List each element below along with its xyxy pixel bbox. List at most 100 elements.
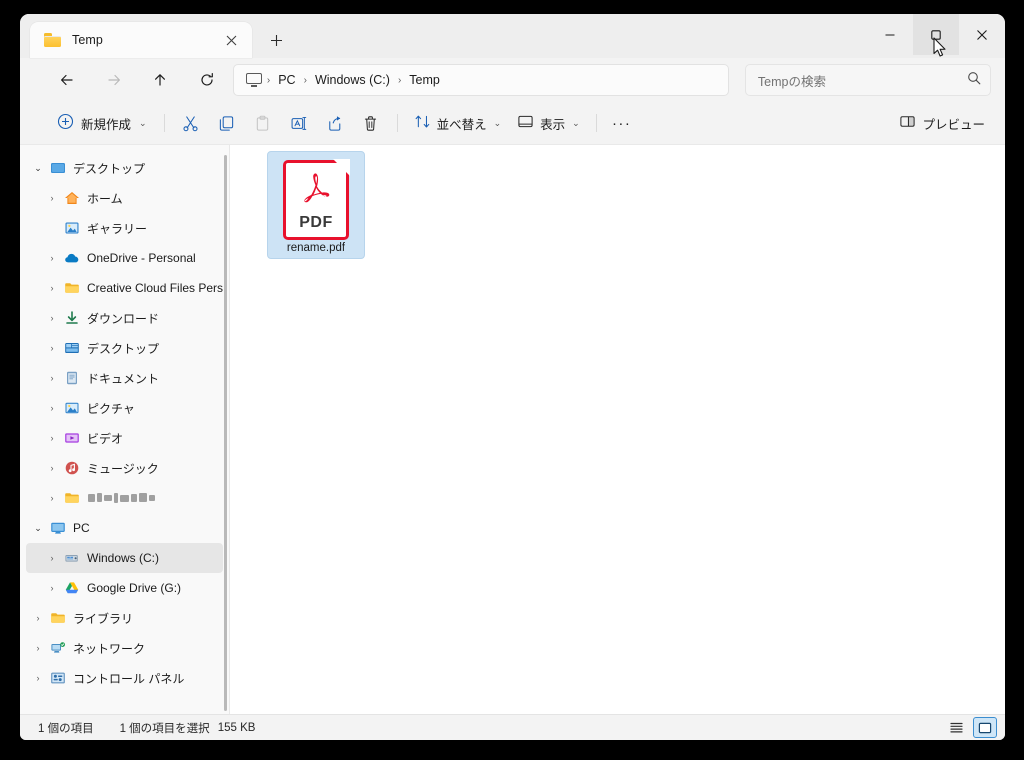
view-button[interactable]: 表示 ⌄	[509, 108, 588, 138]
sidebar-item-documents[interactable]: › ドキュメント	[26, 363, 223, 393]
sidebar-item-label: ピクチャ	[87, 401, 135, 416]
search-box[interactable]: Tempの検索	[744, 64, 991, 96]
videos-icon	[62, 430, 82, 446]
sidebar-item-pc[interactable]: ⌄ PC	[26, 513, 223, 543]
sidebar-item-downloads[interactable]: › ダウンロード	[26, 303, 223, 333]
chevron-right-icon[interactable]: ›	[42, 403, 62, 413]
new-button-label: 新規作成	[81, 117, 132, 132]
see-more-button[interactable]: ···	[605, 108, 639, 138]
forward-button	[97, 64, 131, 96]
file-item-rename-pdf[interactable]: PDF rename.pdf	[267, 151, 365, 259]
share-button[interactable]	[317, 108, 353, 138]
chevron-right-icon[interactable]: ›	[42, 433, 62, 443]
breadcrumb-item-pc[interactable]: PC	[272, 70, 301, 90]
sidebar-item-music[interactable]: › ミュージック	[26, 453, 223, 483]
chevron-right-icon[interactable]: ›	[42, 343, 62, 353]
sidebar-item-desktop-root[interactable]: ⌄ デスクトップ	[26, 153, 223, 183]
minimize-button[interactable]	[867, 14, 913, 55]
chevron-right-icon[interactable]: ›	[42, 553, 62, 563]
view-button-label: 表示	[540, 117, 566, 132]
onedrive-icon	[62, 250, 82, 266]
chevron-right-icon[interactable]: ›	[28, 613, 48, 623]
sidebar-item-creative-cloud-files[interactable]: › Creative Cloud Files Personal	[26, 273, 224, 303]
breadcrumb-separator: ›	[397, 74, 402, 86]
breadcrumb[interactable]: › PC › Windows (C:) › Temp	[232, 64, 729, 96]
chevron-right-icon[interactable]: ›	[42, 283, 62, 293]
chevron-right-icon[interactable]: ›	[42, 313, 62, 323]
sidebar-item-libraries[interactable]: › ライブラリ	[26, 603, 223, 633]
chevron-down-icon[interactable]: ⌄	[28, 163, 48, 174]
breadcrumb-item-windows-c[interactable]: Windows (C:)	[309, 70, 396, 90]
sidebar-item-label: ギャラリー	[87, 221, 148, 236]
file-list-pane[interactable]: PDF rename.pdf	[230, 145, 1005, 714]
sidebar-scrollbar[interactable]	[224, 155, 227, 711]
chevron-down-icon: ⌄	[139, 117, 147, 128]
sidebar-item-home[interactable]: › ホーム	[26, 183, 223, 213]
tab-temp[interactable]: Temp	[30, 22, 252, 58]
sidebar-item-onedrive[interactable]: › OneDrive - Personal	[26, 243, 223, 273]
sidebar-item-label: PC	[73, 521, 90, 535]
back-button[interactable]	[50, 64, 84, 96]
new-tab-button[interactable]	[259, 25, 293, 55]
rename-button[interactable]	[281, 108, 317, 138]
delete-button[interactable]	[353, 108, 389, 138]
folder-icon	[48, 610, 68, 626]
chevron-down-icon[interactable]: ⌄	[28, 523, 48, 534]
close-icon[interactable]	[218, 27, 244, 53]
documents-icon	[62, 370, 82, 386]
sidebar-item-label: ミュージック	[87, 461, 159, 476]
sidebar-item-label: ダウンロード	[87, 311, 160, 326]
chevron-right-icon[interactable]: ›	[42, 193, 62, 203]
status-item-count: 1 個の項目	[38, 722, 94, 735]
breadcrumb-item-temp[interactable]: Temp	[403, 70, 446, 90]
view-toggle-group	[944, 717, 997, 738]
sidebar-item-label: デスクトップ	[73, 161, 146, 176]
sidebar-item-control-panel[interactable]: › コントロール パネル	[26, 663, 223, 693]
pictures-icon	[62, 400, 82, 416]
close-button[interactable]	[959, 14, 1005, 55]
large-icons-view-button[interactable]	[973, 717, 997, 738]
preview-pane-icon	[899, 113, 916, 133]
chevron-right-icon[interactable]: ›	[42, 253, 62, 263]
details-view-button[interactable]	[944, 717, 968, 738]
mouse-cursor	[933, 37, 946, 57]
chevron-down-icon: ⌄	[493, 117, 502, 128]
sidebar-item-label: ホーム	[87, 191, 123, 206]
sidebar-item-network[interactable]: › ネットワーク	[26, 633, 223, 663]
chevron-right-icon[interactable]: ›	[28, 643, 48, 653]
sidebar-item-google-drive[interactable]: › Google Drive (G:)	[26, 573, 223, 603]
pc-monitor-icon[interactable]	[245, 73, 262, 87]
sort-button[interactable]: 並べ替え ⌄	[406, 108, 510, 138]
sidebar-item-pictures[interactable]: › ピクチャ	[26, 393, 223, 423]
sidebar-item-redacted-folder[interactable]: ›	[26, 483, 223, 513]
new-button[interactable]: 新規作成 ⌄	[50, 108, 156, 138]
chevron-right-icon[interactable]: ›	[28, 673, 48, 683]
sidebar-item-windows-c[interactable]: › Windows (C:)	[26, 543, 223, 573]
breadcrumb-separator: ›	[303, 74, 307, 86]
sidebar-item-label: Windows (C:)	[87, 551, 160, 565]
address-bar: › PC › Windows (C:) › Temp Tempの検索	[20, 58, 1005, 102]
network-icon	[48, 640, 68, 656]
refresh-button[interactable]	[190, 64, 224, 96]
chevron-right-icon[interactable]: ›	[42, 493, 62, 503]
sidebar-item-videos[interactable]: › ビデオ	[26, 423, 223, 453]
chevron-right-icon[interactable]: ›	[42, 583, 62, 593]
divider	[595, 114, 597, 132]
cut-button[interactable]	[173, 108, 209, 138]
up-button[interactable]	[143, 64, 177, 96]
folder-icon	[44, 33, 61, 47]
search-input[interactable]: Tempの検索	[758, 71, 967, 90]
copy-button[interactable]	[209, 108, 245, 138]
chevron-right-icon[interactable]: ›	[42, 463, 62, 473]
sidebar-item-desktop[interactable]: › デスクトップ	[26, 333, 223, 363]
chevron-right-icon[interactable]: ›	[42, 373, 62, 383]
sort-button-label: 並べ替え	[436, 117, 487, 132]
view-layout-icon	[517, 113, 534, 133]
downloads-icon	[62, 310, 82, 326]
search-icon[interactable]	[967, 71, 981, 90]
home-icon	[62, 190, 82, 206]
sidebar-item-label-redacted	[87, 491, 161, 506]
sidebar-item-gallery[interactable]: ギャラリー	[26, 213, 223, 243]
drive-icon	[62, 550, 82, 566]
preview-button[interactable]: プレビュー	[891, 108, 993, 138]
